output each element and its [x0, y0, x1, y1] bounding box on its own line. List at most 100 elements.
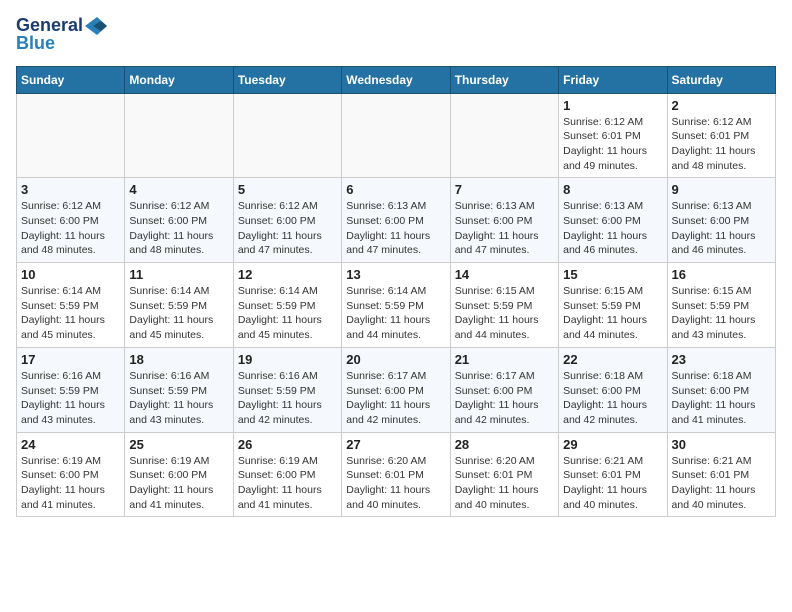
calendar-cell: 19Sunrise: 6:16 AMSunset: 5:59 PMDayligh… [233, 347, 341, 432]
day-number: 6 [346, 182, 445, 197]
day-info: Sunrise: 6:14 AMSunset: 5:59 PMDaylight:… [129, 284, 228, 343]
day-number: 2 [672, 98, 771, 113]
calendar-cell: 14 Sunrise: 6:15 AMSunset: 5:59 PMDayligh… [450, 263, 558, 348]
calendar-cell: 17 Sunrise: 6:16 AMSunset: 5:59 PMDayligh… [17, 347, 125, 432]
day-info: Sunrise: 6:19 AMSunset: 6:00 PMDaylight:… [238, 454, 337, 513]
calendar-table: SundayMondayTuesdayWednesdayThursdayFrid… [16, 66, 776, 518]
weekday-header-tuesday: Tuesday [233, 66, 341, 93]
calendar-cell: 20Sunrise: 6:17 AMSunset: 6:00 PMDayligh… [342, 347, 450, 432]
calendar-cell: 30 Sunrise: 6:21 AMSunset: 6:01 PMDayligh… [667, 432, 775, 517]
day-number: 30 [672, 437, 771, 452]
day-info: Sunrise: 6:18 AMSunset: 6:00 PMDaylight:… [672, 369, 771, 428]
calendar-cell: 24 Sunrise: 6:19 AMSunset: 6:00 PMDayligh… [17, 432, 125, 517]
calendar-cell: 22 Sunrise: 6:18 AMSunset: 6:00 PMDayligh… [559, 347, 667, 432]
calendar-cell: 3 Sunrise: 6:12 AMSunset: 6:00 PMDaylight… [17, 178, 125, 263]
day-number: 28 [455, 437, 554, 452]
calendar-cell [233, 93, 341, 178]
calendar-cell: 4 Sunrise: 6:12 AMSunset: 6:00 PMDaylight… [125, 178, 233, 263]
logo: General Blue [16, 16, 107, 54]
day-number: 16 [672, 267, 771, 282]
calendar-week-row: 10Sunrise: 6:14 AMSunset: 5:59 PMDayligh… [17, 263, 776, 348]
calendar-cell [450, 93, 558, 178]
day-info: Sunrise: 6:12 AMSunset: 6:00 PMDaylight:… [21, 199, 120, 258]
calendar-cell: 6 Sunrise: 6:13 AMSunset: 6:00 PMDaylight… [342, 178, 450, 263]
weekday-header-sunday: Sunday [17, 66, 125, 93]
day-info: Sunrise: 6:13 AMSunset: 6:00 PMDaylight:… [455, 199, 554, 258]
calendar-cell: 27 Sunrise: 6:20 AMSunset: 6:01 PMDayligh… [342, 432, 450, 517]
day-info: Sunrise: 6:15 AMSunset: 5:59 PMDaylight:… [672, 284, 771, 343]
day-info: Sunrise: 6:20 AMSunset: 6:01 PMDaylight:… [346, 454, 445, 513]
calendar-cell: 2 Sunrise: 6:12 AMSunset: 6:01 PMDaylight… [667, 93, 775, 178]
day-info: Sunrise: 6:19 AMSunset: 6:00 PMDaylight:… [129, 454, 228, 513]
day-info: Sunrise: 6:15 AMSunset: 5:59 PMDaylight:… [455, 284, 554, 343]
calendar-cell: 1 Sunrise: 6:12 AMSunset: 6:01 PMDaylight… [559, 93, 667, 178]
day-info: Sunrise: 6:14 AMSunset: 5:59 PMDaylight:… [346, 284, 445, 343]
day-info: Sunrise: 6:15 AMSunset: 5:59 PMDaylight:… [563, 284, 662, 343]
day-info: Sunrise: 6:19 AMSunset: 6:00 PMDaylight:… [21, 454, 120, 513]
day-number: 11 [129, 267, 228, 282]
day-info: Sunrise: 6:18 AMSunset: 6:00 PMDaylight:… [563, 369, 662, 428]
calendar-cell: 29Sunrise: 6:21 AMSunset: 6:01 PMDayligh… [559, 432, 667, 517]
day-number: 25 [129, 437, 228, 452]
calendar-cell: 7 Sunrise: 6:13 AMSunset: 6:00 PMDaylight… [450, 178, 558, 263]
weekday-header-friday: Friday [559, 66, 667, 93]
day-info: Sunrise: 6:12 AMSunset: 6:00 PMDaylight:… [129, 199, 228, 258]
day-number: 18 [129, 352, 228, 367]
day-info: Sunrise: 6:12 AMSunset: 6:00 PMDaylight:… [238, 199, 337, 258]
day-info: Sunrise: 6:17 AMSunset: 6:00 PMDaylight:… [455, 369, 554, 428]
day-info: Sunrise: 6:16 AMSunset: 5:59 PMDaylight:… [21, 369, 120, 428]
day-number: 4 [129, 182, 228, 197]
weekday-header-thursday: Thursday [450, 66, 558, 93]
calendar-cell: 10Sunrise: 6:14 AMSunset: 5:59 PMDayligh… [17, 263, 125, 348]
day-info: Sunrise: 6:14 AMSunset: 5:59 PMDaylight:… [21, 284, 120, 343]
day-info: Sunrise: 6:17 AMSunset: 6:00 PMDaylight:… [346, 369, 445, 428]
day-number: 17 [21, 352, 120, 367]
calendar-cell: 23 Sunrise: 6:18 AMSunset: 6:00 PMDayligh… [667, 347, 775, 432]
calendar-cell: 18 Sunrise: 6:16 AMSunset: 5:59 PMDayligh… [125, 347, 233, 432]
day-info: Sunrise: 6:12 AMSunset: 6:01 PMDaylight:… [563, 115, 662, 174]
day-number: 8 [563, 182, 662, 197]
calendar-cell: 26Sunrise: 6:19 AMSunset: 6:00 PMDayligh… [233, 432, 341, 517]
day-info: Sunrise: 6:16 AMSunset: 5:59 PMDaylight:… [238, 369, 337, 428]
logo-container: General Blue [16, 16, 107, 54]
day-info: Sunrise: 6:12 AMSunset: 6:01 PMDaylight:… [672, 115, 771, 174]
day-info: Sunrise: 6:13 AMSunset: 6:00 PMDaylight:… [346, 199, 445, 258]
day-number: 23 [672, 352, 771, 367]
calendar-week-row: 1 Sunrise: 6:12 AMSunset: 6:01 PMDaylight… [17, 93, 776, 178]
day-number: 27 [346, 437, 445, 452]
calendar-cell: 28 Sunrise: 6:20 AMSunset: 6:01 PMDayligh… [450, 432, 558, 517]
calendar-cell [342, 93, 450, 178]
day-number: 21 [455, 352, 554, 367]
day-info: Sunrise: 6:13 AMSunset: 6:00 PMDaylight:… [563, 199, 662, 258]
page-header: General Blue [16, 16, 776, 54]
day-info: Sunrise: 6:16 AMSunset: 5:59 PMDaylight:… [129, 369, 228, 428]
day-info: Sunrise: 6:14 AMSunset: 5:59 PMDaylight:… [238, 284, 337, 343]
day-info: Sunrise: 6:13 AMSunset: 6:00 PMDaylight:… [672, 199, 771, 258]
day-number: 14 [455, 267, 554, 282]
calendar-cell: 13 Sunrise: 6:14 AMSunset: 5:59 PMDayligh… [342, 263, 450, 348]
calendar-cell: 15 Sunrise: 6:15 AMSunset: 5:59 PMDayligh… [559, 263, 667, 348]
day-number: 12 [238, 267, 337, 282]
weekday-header-wednesday: Wednesday [342, 66, 450, 93]
day-number: 5 [238, 182, 337, 197]
day-info: Sunrise: 6:20 AMSunset: 6:01 PMDaylight:… [455, 454, 554, 513]
calendar-cell: 11 Sunrise: 6:14 AMSunset: 5:59 PMDayligh… [125, 263, 233, 348]
calendar-cell: 16 Sunrise: 6:15 AMSunset: 5:59 PMDayligh… [667, 263, 775, 348]
day-number: 13 [346, 267, 445, 282]
logo-blue: Blue [16, 34, 55, 54]
calendar-week-row: 17 Sunrise: 6:16 AMSunset: 5:59 PMDayligh… [17, 347, 776, 432]
calendar-cell: 9 Sunrise: 6:13 AMSunset: 6:00 PMDaylight… [667, 178, 775, 263]
day-number: 15 [563, 267, 662, 282]
calendar-week-row: 24 Sunrise: 6:19 AMSunset: 6:00 PMDayligh… [17, 432, 776, 517]
day-info: Sunrise: 6:21 AMSunset: 6:01 PMDaylight:… [672, 454, 771, 513]
calendar-week-row: 3 Sunrise: 6:12 AMSunset: 6:00 PMDaylight… [17, 178, 776, 263]
day-number: 3 [21, 182, 120, 197]
day-number: 9 [672, 182, 771, 197]
weekday-header-monday: Monday [125, 66, 233, 93]
day-number: 22 [563, 352, 662, 367]
day-number: 1 [563, 98, 662, 113]
calendar-cell: 12 Sunrise: 6:14 AMSunset: 5:59 PMDayligh… [233, 263, 341, 348]
day-number: 24 [21, 437, 120, 452]
calendar-cell [125, 93, 233, 178]
day-number: 7 [455, 182, 554, 197]
